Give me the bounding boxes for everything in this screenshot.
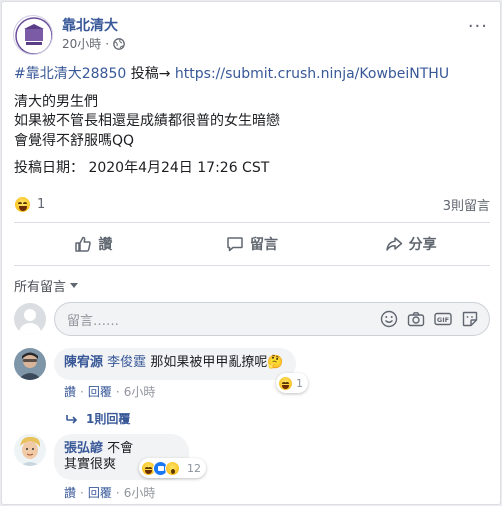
page-logo-icon — [15, 17, 52, 54]
comment-meta: 讚 · 回覆 · 6小時 — [64, 383, 156, 400]
comment-reaction-badge[interactable]: 1 — [276, 373, 308, 393]
meta-separator: · — [105, 37, 110, 51]
comment-sort-dropdown[interactable]: 所有留言 — [14, 276, 79, 295]
svg-text:GIF: GIF — [437, 316, 449, 324]
comment-reply-link[interactable]: 回覆 — [88, 484, 112, 501]
comment-reaction-count: 12 — [187, 461, 201, 475]
divider — [14, 265, 490, 266]
post-line: 清大的男生們 — [14, 93, 98, 110]
post-body: #靠北清大28850 投稿→ https://submit.crush.ninj… — [14, 65, 490, 179]
user-avatar[interactable] — [14, 303, 46, 335]
view-replies-link[interactable]: 1則回覆 — [66, 410, 130, 427]
comment-time[interactable]: 6小時 — [124, 383, 156, 400]
profile-photo-icon — [14, 348, 46, 380]
comment-author[interactable]: 張弘諺 — [64, 441, 103, 456]
comment-text: 不會 — [107, 441, 134, 456]
comments-count-link[interactable]: 3則留言 — [443, 195, 490, 214]
page-name[interactable]: 靠北清大 — [62, 17, 125, 35]
comment-label: 留言 — [250, 237, 278, 253]
share-label: 分享 — [408, 237, 437, 253]
page-avatar[interactable] — [13, 15, 53, 55]
comment-placeholder: 留言…… — [67, 313, 120, 329]
comment-mention[interactable]: 李俊霆 — [107, 355, 146, 370]
share-icon — [385, 237, 402, 251]
commenter-avatar[interactable] — [14, 434, 46, 466]
sticker-icon[interactable] — [461, 310, 479, 328]
profile-photo-icon — [14, 434, 46, 466]
comment-input[interactable]: 留言…… GIF — [54, 302, 490, 336]
more-options-button[interactable]: ··· — [468, 16, 488, 37]
post-actions: 讚 留言 分享 — [14, 227, 490, 261]
comment-like-link[interactable]: 讚 — [64, 484, 76, 501]
post-time[interactable]: 20小時 — [62, 35, 101, 53]
like-button[interactable]: 讚 — [14, 227, 173, 261]
thumbs-up-icon — [75, 236, 92, 252]
comment-item: 陳宥源 李俊霆 那如果被甲甲亂撩呢🤔 — [14, 348, 296, 380]
submit-url-link[interactable]: https://submit.crush.ninja/KowbeiNTHU — [175, 66, 449, 82]
post-card: 靠北清大 20小時 · ··· #靠北清大28850 投稿→ https://s… — [1, 1, 501, 505]
comment-reaction-badge[interactable]: 12 — [139, 458, 206, 478]
divider — [14, 222, 490, 223]
submit-text: 投稿→ — [130, 66, 171, 82]
comment-like-link[interactable]: 讚 — [64, 383, 76, 400]
caret-down-icon — [70, 283, 79, 288]
emoji-icon[interactable] — [380, 310, 398, 328]
haha-reaction-icon — [14, 195, 31, 213]
reactions-summary: 1 3則留言 — [14, 194, 490, 214]
reaction-count: 1 — [37, 196, 46, 212]
reactions-count-button[interactable]: 1 — [14, 195, 46, 213]
comment-meta: 讚 · 回覆 · 6小時 — [64, 484, 156, 501]
comment-icon — [227, 237, 243, 252]
comment-text: 那如果被甲甲亂撩呢🤔 — [150, 355, 284, 370]
comment-reply-link[interactable]: 回覆 — [88, 383, 112, 400]
post-meta: 20小時 · — [62, 35, 125, 53]
camera-icon[interactable] — [407, 310, 425, 328]
comment-time[interactable]: 6小時 — [124, 484, 156, 501]
haha-reaction-icon — [278, 375, 293, 391]
hashtag-link[interactable]: #靠北清大28850 — [14, 66, 126, 82]
comment-author[interactable]: 陳宥源 — [64, 355, 103, 370]
like-label: 讚 — [98, 237, 113, 253]
commenter-avatar[interactable] — [14, 348, 46, 380]
post-line: 會覺得不舒服嗎QQ — [14, 132, 135, 149]
reply-arrow-icon — [66, 414, 78, 424]
comment-text-line: 其實很爽 — [64, 457, 117, 472]
wow-reaction-icon — [165, 460, 180, 476]
comment-reaction-count: 1 — [296, 376, 303, 390]
share-button[interactable]: 分享 — [331, 227, 490, 261]
comment-bubble: 陳宥源 李俊霆 那如果被甲甲亂撩呢🤔 — [54, 348, 296, 380]
comment-composer: 留言…… GIF — [14, 302, 490, 336]
post-line: 如果被不管長相還是成績都很普的女生暗戀 — [14, 113, 280, 129]
post-header: 靠北清大 20小時 · — [13, 13, 125, 57]
globe-icon — [113, 38, 125, 50]
post-date-line: 投稿日期： 2020年4月24日 17:26 CST — [14, 160, 270, 176]
replies-count: 1則回覆 — [86, 412, 131, 426]
comment-button[interactable]: 留言 — [173, 227, 332, 261]
sort-label: 所有留言 — [14, 280, 67, 295]
gif-icon[interactable]: GIF — [434, 310, 452, 328]
